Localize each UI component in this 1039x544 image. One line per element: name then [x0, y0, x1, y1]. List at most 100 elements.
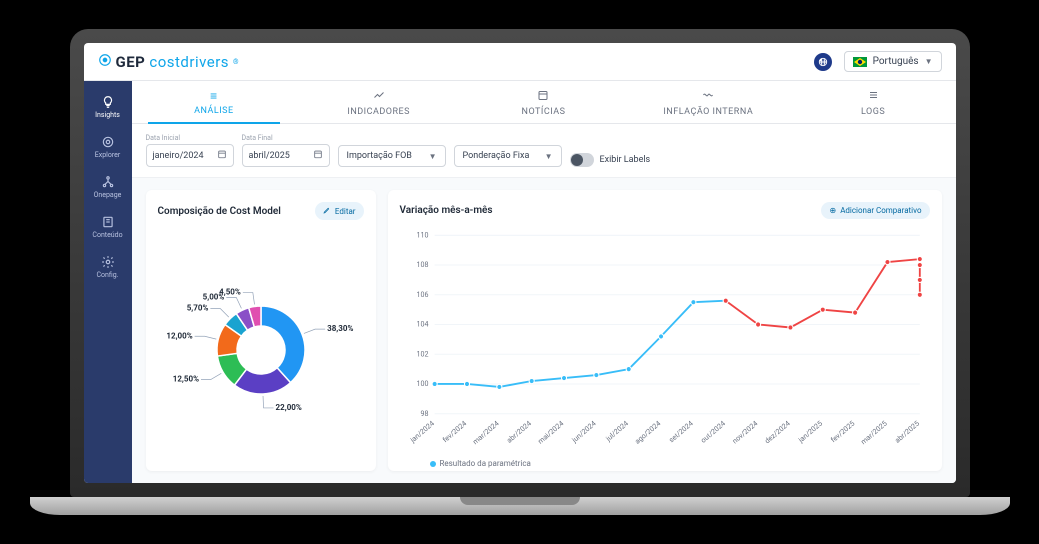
bulb-icon [101, 95, 115, 109]
sidebar-item-explorer[interactable]: Explorer [84, 127, 132, 167]
sidebar-item-insights[interactable]: Insights [84, 87, 132, 127]
edit-label: Editar [335, 207, 356, 216]
sidebar-item-label: Onepage [94, 191, 122, 199]
tab-analise[interactable]: ≡ ANÁLISE [132, 81, 297, 123]
select-ponderacao[interactable]: Ponderação Fixa ▼ [454, 145, 562, 167]
menu-icon: ≡ [210, 89, 218, 103]
translate-icon[interactable] [814, 53, 832, 71]
add-label: Adicionar Comparativo [840, 206, 921, 215]
header-right: Português ▼ [814, 51, 942, 72]
svg-text:98: 98 [420, 409, 428, 418]
sidebar-item-label: Conteúdo [92, 231, 122, 239]
date-end-label: Data Final [242, 134, 330, 142]
list-icon [867, 89, 879, 104]
screen-bezel: GEP costdrivers ® Português ▼ [70, 29, 970, 497]
date-start-value: janeiro/2024 [153, 151, 204, 161]
tab-label: NOTÍCIAS [522, 107, 566, 117]
toggle-label: Exibir Labels [600, 155, 651, 165]
edit-button[interactable]: Editar [315, 202, 364, 220]
calendar-icon [217, 149, 227, 162]
svg-text:nov/2024: nov/2024 [730, 419, 759, 446]
laptop-frame: GEP costdrivers ® Português ▼ [70, 29, 970, 515]
sidebar-item-onepage[interactable]: Onepage [84, 167, 132, 207]
toggle-labels[interactable] [570, 153, 594, 167]
laptop-base [30, 497, 1010, 515]
book-icon [101, 215, 115, 229]
svg-text:106: 106 [416, 290, 428, 299]
card-header: Variação mês-a-mês ⊕ Adicionar Comparati… [400, 202, 930, 219]
svg-text:mar/2025: mar/2025 [858, 419, 888, 447]
sidebar-item-label: Insights [95, 111, 120, 119]
select-value: Ponderação Fixa [463, 151, 530, 161]
tab-logs[interactable]: LOGS [791, 81, 956, 123]
date-start-label: Data Inicial [146, 134, 234, 142]
gear-icon [98, 53, 112, 71]
sidebar: Insights Explorer Onepage Conteúdo [84, 81, 132, 483]
select-value: Importação FOB [347, 151, 412, 161]
logo: GEP costdrivers ® [98, 53, 239, 71]
svg-text:abr/2024: abr/2024 [504, 419, 532, 445]
tabs: ≡ ANÁLISE INDICADORES NOTÍCIAS [132, 81, 956, 124]
logo-trademark: ® [233, 58, 239, 66]
svg-text:mar/2024: mar/2024 [470, 419, 500, 447]
tab-label: ANÁLISE [194, 106, 234, 116]
line-chart: 98100102104106108110jan/2024fev/2024mar/… [400, 227, 930, 455]
date-end-input[interactable]: abril/2025 [242, 144, 330, 167]
chart-legend: Resultado da paramétrica [400, 459, 930, 468]
sidebar-item-label: Explorer [95, 151, 120, 159]
legend-label: Resultado da paramétrica [440, 459, 531, 468]
tab-label: INDICADORES [347, 107, 410, 117]
svg-text:108: 108 [416, 260, 428, 269]
date-start-control: Data Inicial janeiro/2024 [146, 134, 234, 167]
date-end-control: Data Final abril/2025 [242, 134, 330, 167]
card-variacao: Variação mês-a-mês ⊕ Adicionar Comparati… [388, 190, 942, 471]
svg-text:jul/2024: jul/2024 [603, 419, 630, 444]
svg-text:abr/2025: abr/2025 [892, 419, 920, 445]
target-icon [101, 135, 115, 149]
gear-icon [101, 255, 115, 269]
svg-text:5,70%: 5,70% [186, 303, 208, 312]
pencil-icon [323, 206, 331, 216]
svg-text:100: 100 [416, 379, 428, 388]
tab-inflacao[interactable]: INFLAÇÃO INTERNA [626, 81, 791, 123]
svg-text:dez/2024: dez/2024 [762, 419, 791, 446]
tab-noticias[interactable]: NOTÍCIAS [461, 81, 626, 123]
svg-text:12,50%: 12,50% [172, 374, 198, 383]
date-end-value: abril/2025 [249, 151, 290, 161]
legend-dot-icon [430, 461, 436, 467]
donut-chart: 38,30%22,00%12,50%12,00%5,70%5,00%4,50% [158, 228, 364, 459]
sidebar-item-config[interactable]: Config. [84, 247, 132, 287]
card-title: Composição de Cost Model [158, 206, 281, 217]
svg-text:mai/2024: mai/2024 [535, 419, 564, 446]
date-start-input[interactable]: janeiro/2024 [146, 144, 234, 167]
svg-text:fev/2025: fev/2025 [828, 419, 856, 445]
language-selector[interactable]: Português ▼ [844, 51, 942, 72]
svg-text:jan/2024: jan/2024 [407, 419, 435, 445]
chevron-down-icon: ▼ [429, 152, 437, 161]
svg-text:jun/2024: jun/2024 [569, 419, 597, 445]
tab-label: LOGS [861, 107, 885, 117]
svg-text:set/2024: set/2024 [666, 419, 694, 445]
sidebar-item-conteudo[interactable]: Conteúdo [84, 207, 132, 247]
toggle-labels-wrap: Exibir Labels [570, 153, 651, 167]
select-importacao[interactable]: Importação FOB ▼ [338, 145, 446, 167]
svg-text:102: 102 [416, 349, 428, 358]
svg-text:22,00%: 22,00% [275, 402, 301, 411]
svg-text:fev/2024: fev/2024 [440, 419, 468, 445]
plus-icon: ⊕ [829, 206, 836, 215]
main: ≡ ANÁLISE INDICADORES NOTÍCIAS [132, 81, 956, 483]
svg-text:38,30%: 38,30% [327, 324, 353, 333]
svg-text:ago/2024: ago/2024 [632, 419, 661, 446]
card-composicao: Composição de Cost Model Editar 38,30% 22… [146, 190, 376, 471]
chevron-down-icon: ▼ [925, 57, 933, 66]
logo-main: costdrivers [149, 53, 229, 71]
app-header: GEP costdrivers ® Português ▼ [84, 43, 956, 81]
content: Composição de Cost Model Editar 38,30% 22… [132, 178, 956, 483]
flag-icon [853, 57, 867, 67]
tab-label: INFLAÇÃO INTERNA [663, 107, 753, 117]
language-label: Português [873, 56, 919, 67]
svg-text:12,00%: 12,00% [166, 331, 192, 340]
card-title: Variação mês-a-mês [400, 205, 493, 216]
add-comparative-button[interactable]: ⊕ Adicionar Comparativo [821, 202, 929, 219]
tab-indicadores[interactable]: INDICADORES [296, 81, 461, 123]
